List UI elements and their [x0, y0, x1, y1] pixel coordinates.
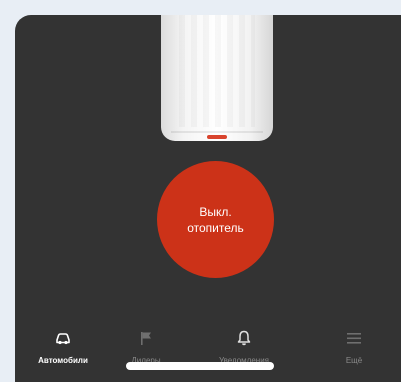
- bell-icon: [237, 330, 251, 346]
- heater-label-line2: отопитель: [187, 220, 244, 235]
- flag-icon: [141, 332, 151, 345]
- nav-item-cars[interactable]: Автомобили: [15, 320, 111, 370]
- nav-label-cars: Автомобили: [38, 356, 88, 365]
- car-bumper: [171, 131, 263, 133]
- car-tail-lamp: [207, 135, 227, 139]
- heater-toggle-button[interactable]: Выкл. отопитель: [157, 161, 274, 278]
- nav-item-more[interactable]: Ещё: [307, 320, 401, 370]
- home-indicator: [126, 362, 274, 370]
- nav-label-more: Ещё: [345, 356, 363, 365]
- app-screen: Выкл. отопитель Автомобили Дилеры Уведом…: [15, 15, 401, 382]
- car-icon: [56, 333, 70, 345]
- menu-icon: [347, 333, 361, 344]
- heater-label-line1: Выкл.: [199, 204, 232, 219]
- car-image: [161, 15, 273, 141]
